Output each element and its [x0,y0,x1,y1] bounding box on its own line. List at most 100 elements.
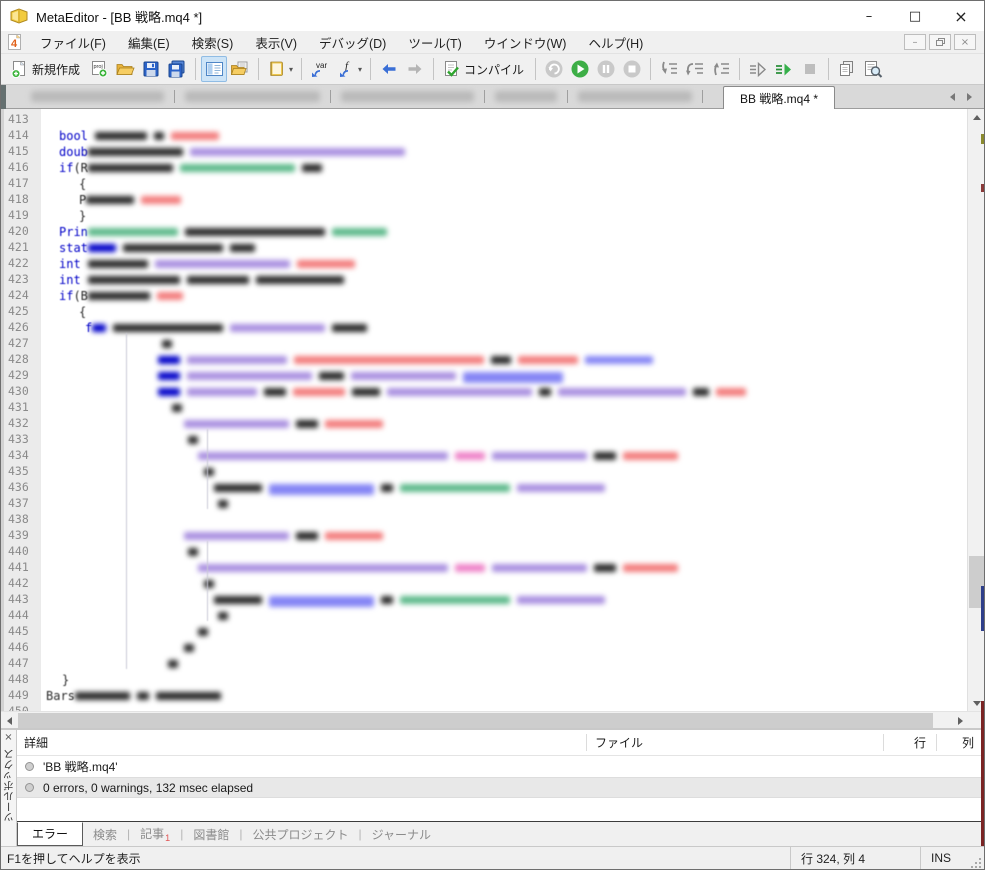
close-button[interactable]: × [938,1,984,31]
error-list-row-1[interactable]: 'BB 戦略.mq4' [17,756,984,777]
toolbox-tab-記事[interactable]: 記事1 [130,825,180,843]
styler-dropdown-caret-icon[interactable]: ▾ [289,65,293,74]
tab-blurred-4[interactable] [495,91,557,102]
pause-debug-icon [596,59,616,79]
maximize-button[interactable]: □ [892,1,938,31]
run-to-cursor-button[interactable] [745,56,771,82]
splitter-handle[interactable] [1,85,6,109]
column-detail[interactable]: 詳細 [17,734,586,751]
status-help-text: F1を押してヘルプを表示 [1,850,790,867]
menu-window[interactable]: ウインドウ(W) [473,30,578,55]
step-out-button[interactable] [708,56,734,82]
function-dropdown-caret-icon[interactable]: ▾ [358,65,362,74]
toolbox-tab-ジャーナル[interactable]: ジャーナル [362,826,441,843]
code-segment [214,484,262,492]
navigator-toggle-button[interactable] [201,56,227,82]
profiler-button[interactable] [834,56,860,82]
code-segment [455,452,485,460]
line-number: 431 [4,400,41,416]
code-segment [230,244,255,252]
tab-blurred-5[interactable] [578,91,692,102]
restart-debug-button[interactable] [541,56,567,82]
styler-book-icon [267,60,285,78]
code-segment [693,388,709,396]
line-number: 430 [4,384,41,400]
scroll-up-icon[interactable] [968,109,984,125]
toolbox-toggle-button[interactable] [227,56,253,82]
navigate-forward-button[interactable] [402,56,428,82]
resize-grip[interactable] [968,855,981,868]
stop-debug-button[interactable] [619,56,645,82]
line-number: 413 [4,112,41,128]
horizontal-scrollbar[interactable] [1,711,984,728]
line-number: 447 [4,656,41,672]
menu-debug[interactable]: デバッグ(D) [308,30,397,55]
tab-blurred-1[interactable] [31,91,164,102]
horizontal-scrollbar-thumb[interactable] [18,713,933,728]
error-list-row-2[interactable]: 0 errors, 0 warnings, 132 msec elapsed [17,777,984,798]
menu-tools[interactable]: ツール(T) [397,30,472,55]
code-line-420: Prin [41,224,984,240]
styler-button[interactable]: ▾ [264,56,296,82]
open-file-button[interactable] [112,56,138,82]
step-into-button[interactable] [656,56,682,82]
save-button[interactable] [138,56,164,82]
toolbox-tab-公共プロジェクト[interactable]: 公共プロジェクト [242,826,358,843]
tab-blurred-3[interactable] [341,91,474,102]
menu-search[interactable]: 検索(S) [181,30,245,55]
menu-file[interactable]: ファイル(F) [29,30,117,55]
code-editor[interactable]: 4134144154164174184194204214224234244254… [1,109,984,711]
code-line-430 [41,384,984,400]
navigate-back-button[interactable] [376,56,402,82]
copy-pages-icon [837,60,857,78]
menu-help[interactable]: ヘルプ(H) [577,30,654,55]
code-line-448: } [41,672,984,688]
continue-debug-button[interactable] [771,56,797,82]
toolbox-tab-エラー[interactable]: エラー [17,822,83,846]
code-segment: { [79,176,86,192]
stop-debug-icon [622,59,642,79]
save-all-button[interactable] [164,56,190,82]
start-debug-button[interactable] [567,56,593,82]
code-line-428 [41,352,984,368]
menu-view[interactable]: 表示(V) [244,30,308,55]
code-analyzer-button[interactable] [860,56,886,82]
column-line[interactable]: 行 [883,734,936,751]
column-col[interactable]: 列 [936,734,984,751]
goto-variable-button[interactable]: var [307,56,335,82]
scroll-left-icon[interactable] [1,712,17,729]
mdi-minimize-button[interactable]: – [904,34,926,50]
code-line-417: { [41,176,984,192]
errors-table-header: 詳細 ファイル 行 列 [17,730,984,756]
menu-edit[interactable]: 編集(E) [117,30,181,55]
code-segment [88,276,180,284]
line-number: 429 [4,368,41,384]
mdi-close-button[interactable]: × [954,34,976,50]
code-segment [400,596,510,604]
goto-function-button[interactable]: f ▾ [335,56,365,82]
pause-debug-button[interactable] [593,56,619,82]
code-segment [184,420,289,428]
new-file-button[interactable]: 新規作成 [7,56,86,82]
breakpoint-button[interactable] [797,56,823,82]
tab-scroll-right-icon[interactable] [967,93,972,101]
tab-scroll-left-icon[interactable] [950,93,955,101]
compile-button[interactable]: コンパイル [439,56,530,82]
scroll-right-icon[interactable] [952,712,968,729]
mdi-restore-button[interactable] [929,34,951,50]
code-segment [198,564,448,572]
step-over-button[interactable] [682,56,708,82]
line-number: 445 [4,624,41,640]
code-segment [188,548,198,556]
column-file[interactable]: ファイル [586,734,883,751]
panel-close-button[interactable]: × [4,730,12,747]
toolbox-tab-図書館[interactable]: 図書館 [183,826,239,843]
toolbox-tab-検索[interactable]: 検索 [83,826,127,843]
code-area[interactable]: bool doubif(R{P}Prinstatint int if(B{f}B… [41,109,984,711]
line-number: 414 [4,128,41,144]
tab-bb-strategy[interactable]: BB 戦略.mq4 * [723,86,835,109]
tab-blurred-2[interactable] [185,91,320,102]
new-project-button[interactable]: proj [86,56,112,82]
code-segment: (R [73,160,87,176]
minimize-button[interactable]: – [846,1,892,31]
